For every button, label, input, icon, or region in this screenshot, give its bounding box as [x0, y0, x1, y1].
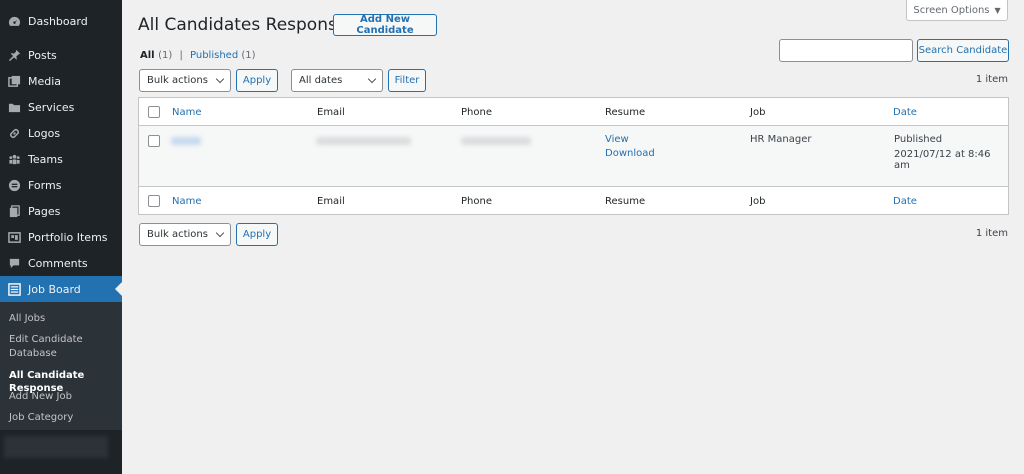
menu-label: Portfolio Items: [28, 230, 108, 244]
row-checkbox[interactable]: [148, 135, 160, 147]
menu-label: Forms: [28, 178, 62, 192]
apply-button-bottom[interactable]: Apply: [236, 223, 278, 246]
submenu-add-new-job[interactable]: Add New Job: [9, 390, 72, 403]
menu-media[interactable]: Media: [0, 68, 122, 94]
menu-label: Teams: [28, 152, 63, 166]
menu-portfolio-items[interactable]: Portfolio Items: [0, 224, 122, 250]
menu-forms[interactable]: Forms: [0, 172, 122, 198]
column-date[interactable]: Date: [893, 107, 917, 118]
chevron-down-icon: [367, 74, 377, 84]
column-name[interactable]: Name: [172, 107, 202, 118]
items-count-bottom: 1 item: [975, 228, 1008, 239]
table-header: Name Email Phone Resume Job Date: [139, 98, 1008, 126]
status-filter-links: All (1) | Published (1): [140, 50, 256, 61]
column-resume-footer: Resume: [605, 196, 646, 207]
bulk-actions-value: Bulk actions: [147, 75, 208, 86]
submenu-all-jobs[interactable]: All Jobs: [9, 312, 45, 325]
job-board-submenu: All Jobs Edit Candidate Database All Can…: [0, 302, 122, 430]
column-resume: Resume: [605, 107, 646, 118]
filter-button[interactable]: Filter: [388, 69, 426, 92]
blurred-sidebar-item: [4, 436, 108, 458]
submenu-edit-candidate[interactable]: Edit Candidate: [9, 333, 83, 346]
column-name-footer[interactable]: Name: [172, 196, 202, 207]
menu-label: Logos: [28, 126, 61, 140]
menu-label: Posts: [28, 48, 57, 62]
bulk-actions-value: Bulk actions: [147, 229, 208, 240]
pin-icon: [7, 48, 21, 62]
add-new-candidate-button[interactable]: Add New Candidate: [333, 14, 437, 36]
menu-label: Services: [28, 100, 75, 114]
forms-icon: [7, 178, 21, 192]
menu-label: Media: [28, 74, 62, 88]
apply-button[interactable]: Apply: [236, 69, 278, 92]
folder-icon: [7, 100, 21, 114]
chevron-down-icon: [215, 228, 225, 238]
menu-pages[interactable]: Pages: [0, 198, 122, 224]
submenu-database[interactable]: Database: [9, 347, 57, 360]
screen-options-button[interactable]: Screen Options ▼: [906, 0, 1008, 21]
column-date-footer[interactable]: Date: [893, 196, 917, 207]
list-icon: [7, 282, 21, 296]
media-icon: [7, 74, 21, 88]
menu-label: Dashboard: [28, 14, 88, 28]
search-input[interactable]: [779, 39, 913, 62]
status-value: Published: [894, 134, 943, 145]
menu-job-board[interactable]: Job Board: [0, 276, 122, 302]
blurred-phone: [461, 137, 531, 145]
menu-comments[interactable]: Comments: [0, 250, 122, 276]
caret-down-icon: ▼: [994, 5, 1001, 15]
filter-all[interactable]: All (1): [140, 50, 172, 61]
filter-published[interactable]: Published (1): [190, 50, 256, 61]
table-row: View Download HR Manager Published 2021/…: [139, 126, 1008, 186]
dates-value: All dates: [299, 75, 343, 86]
items-count: 1 item: [975, 74, 1008, 85]
job-value: HR Manager: [750, 134, 812, 145]
pages-icon: [7, 204, 21, 218]
submenu-job-category[interactable]: Job Category: [9, 411, 73, 424]
blurred-email: [316, 137, 411, 145]
select-all-checkbox[interactable]: [148, 106, 160, 118]
bulk-actions-select[interactable]: Bulk actions: [139, 69, 231, 92]
column-phone: Phone: [461, 107, 492, 118]
resume-download-link[interactable]: Download: [605, 148, 655, 159]
menu-label: Comments: [28, 256, 88, 270]
column-email-footer: Email: [317, 196, 345, 207]
admin-sidebar: Dashboard Posts Media Services Logos Tea…: [0, 0, 122, 474]
resume-view-link[interactable]: View: [605, 134, 629, 145]
table-footer: Name Email Phone Resume Job Date: [139, 186, 1008, 214]
screen-options-label: Screen Options: [913, 4, 990, 16]
select-all-checkbox-footer[interactable]: [148, 195, 160, 207]
menu-teams[interactable]: Teams: [0, 146, 122, 172]
column-phone-footer: Phone: [461, 196, 492, 207]
search-candidate-button[interactable]: Search Candidate: [917, 39, 1009, 62]
blurred-name[interactable]: [171, 137, 201, 145]
menu-posts[interactable]: Posts: [0, 42, 122, 68]
menu-dashboard[interactable]: Dashboard: [0, 8, 122, 34]
bulk-actions-select-bottom[interactable]: Bulk actions: [139, 223, 231, 246]
column-email: Email: [317, 107, 345, 118]
dashboard-icon: [7, 14, 21, 28]
separator: |: [179, 50, 183, 61]
column-job-footer: Job: [750, 196, 766, 207]
dates-select[interactable]: All dates: [291, 69, 383, 92]
chevron-down-icon: [215, 74, 225, 84]
portfolio-icon: [7, 230, 21, 244]
link-icon: [7, 126, 21, 140]
menu-label: Job Board: [28, 282, 81, 296]
comment-icon: [7, 256, 21, 270]
menu-services[interactable]: Services: [0, 94, 122, 120]
candidates-table: Name Email Phone Resume Job Date View Do…: [138, 97, 1009, 215]
page-title: All Candidates Response: [138, 15, 348, 35]
menu-label: Pages: [28, 204, 61, 218]
groups-icon: [7, 152, 21, 166]
column-job: Job: [750, 107, 766, 118]
menu-logos[interactable]: Logos: [0, 120, 122, 146]
date-value: 2021/07/12 at 8:46 am: [894, 149, 991, 171]
